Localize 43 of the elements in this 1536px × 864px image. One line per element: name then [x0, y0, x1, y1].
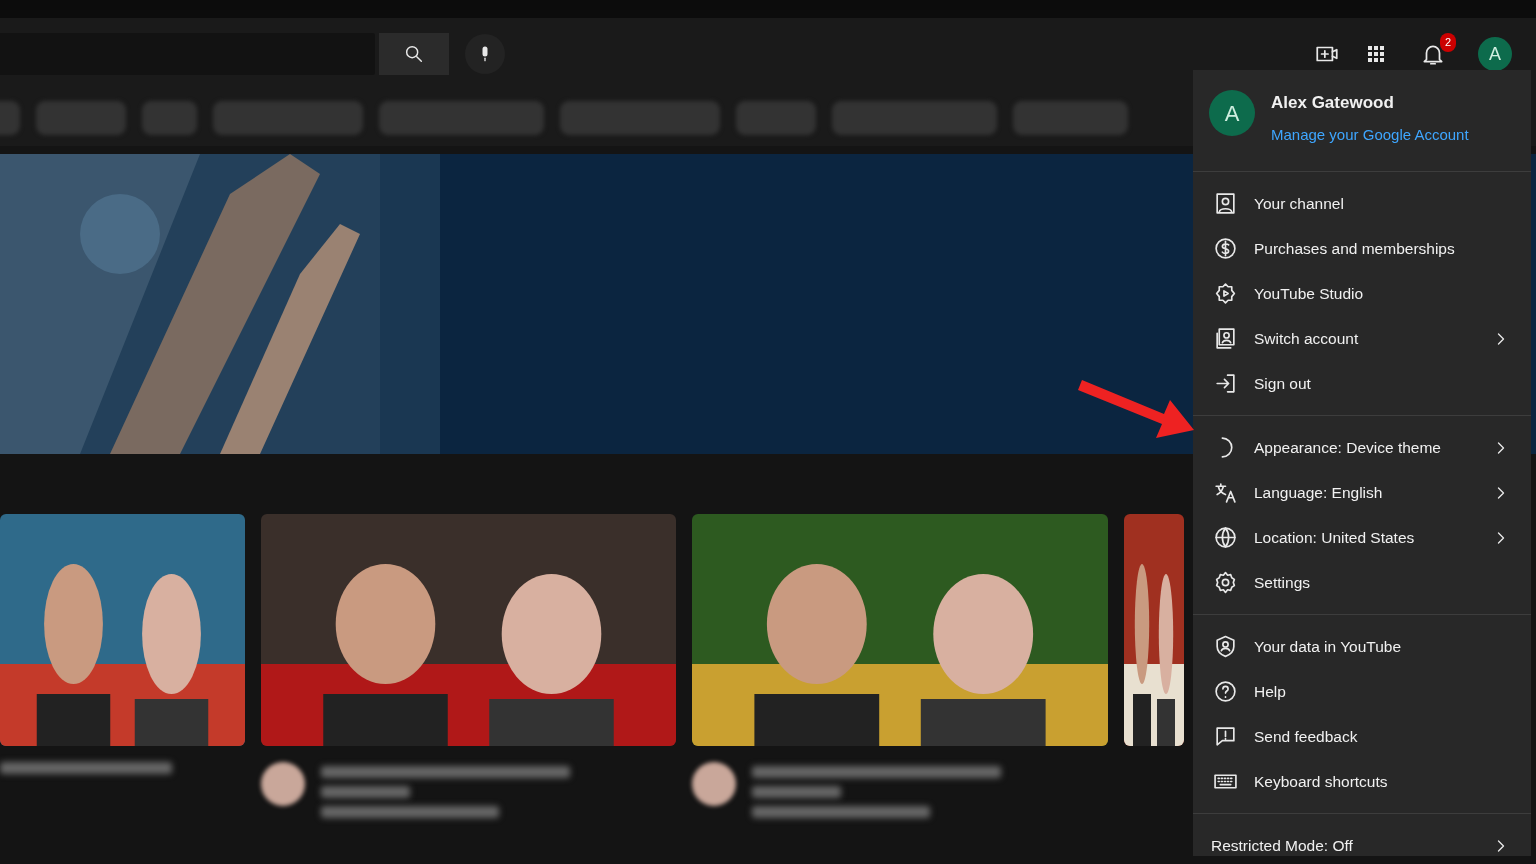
search-button[interactable]	[379, 33, 449, 75]
menu-item[interactable]: Help	[1193, 669, 1531, 714]
channel-avatar[interactable]	[261, 762, 305, 806]
menu-item[interactable]: Language: English	[1193, 470, 1531, 515]
notification-count: 2	[1439, 33, 1456, 52]
help-icon	[1213, 679, 1238, 704]
search-icon	[403, 43, 425, 65]
filter-chip[interactable]	[1013, 101, 1128, 135]
filter-chip[interactable]	[832, 101, 997, 135]
account-avatar: A	[1209, 90, 1255, 136]
feedback-icon	[1213, 724, 1238, 749]
menu-item[interactable]: Restricted Mode: Off	[1193, 823, 1531, 864]
avatar-button[interactable]: A	[1478, 37, 1512, 71]
menu-item[interactable]: Switch account	[1193, 316, 1531, 361]
shield-person-icon	[1213, 634, 1238, 659]
manage-account-link[interactable]: Manage your Google Account	[1271, 123, 1469, 146]
microphone-button[interactable]	[465, 34, 505, 74]
channel-avatar[interactable]	[692, 762, 736, 806]
account-name: Alex Gatewood	[1271, 92, 1395, 114]
person-icon	[1213, 191, 1238, 216]
menu-item[interactable]: Settings	[1193, 560, 1531, 605]
filter-chip[interactable]	[736, 101, 816, 135]
sign-out-icon	[1213, 371, 1238, 396]
filter-chip[interactable]	[142, 101, 197, 135]
dollar-icon	[1213, 236, 1238, 261]
globe-icon	[1213, 525, 1238, 550]
switch-account-icon	[1213, 326, 1238, 351]
menu-item[interactable]: Purchases and memberships	[1193, 226, 1531, 271]
menu-item[interactable]: Keyboard shortcuts	[1193, 759, 1531, 804]
menu-item[interactable]: Send feedback	[1193, 714, 1531, 759]
menu-item[interactable]: Your data in YouTube	[1193, 624, 1531, 669]
menu-item[interactable]: Appearance: Device theme	[1193, 425, 1531, 470]
menu-item[interactable]: Your channel	[1193, 181, 1531, 226]
settings-icon	[1213, 570, 1238, 595]
menu-item[interactable]: Sign out	[1193, 361, 1531, 406]
menu-item[interactable]: YouTube Studio	[1193, 271, 1531, 316]
translate-icon	[1213, 480, 1238, 505]
menu-item[interactable]: Location: United States	[1193, 515, 1531, 560]
filter-chip[interactable]	[36, 101, 126, 135]
filter-chip[interactable]	[213, 101, 363, 135]
gear-icon	[1213, 281, 1238, 306]
filter-chip[interactable]	[379, 101, 544, 135]
filter-chip[interactable]	[560, 101, 720, 135]
